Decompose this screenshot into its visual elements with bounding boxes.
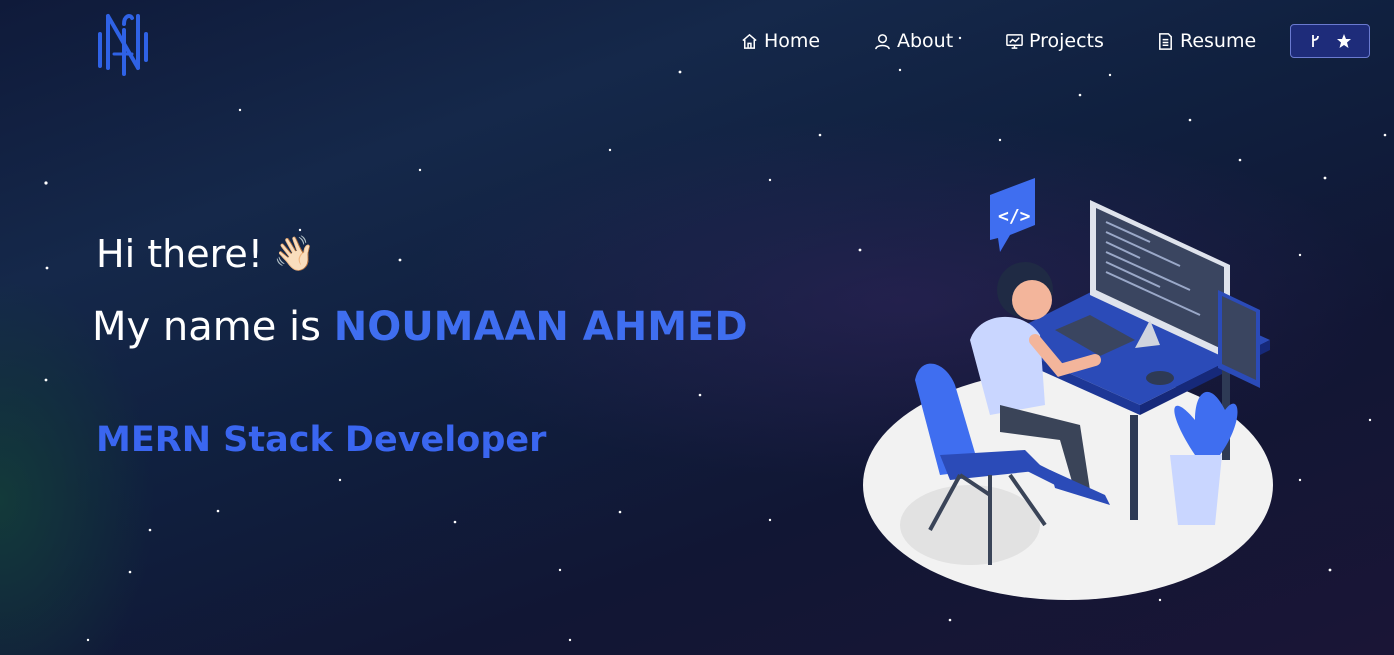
nav-about[interactable]: About <box>873 26 953 56</box>
nav-home[interactable]: Home <box>740 26 820 56</box>
nav-resume[interactable]: Resume <box>1156 26 1256 56</box>
greeting-text: Hi there! <box>96 232 263 276</box>
presentation-icon <box>1006 33 1023 49</box>
nav-resume-label: Resume <box>1180 30 1257 52</box>
name-prefix: My name is <box>92 304 334 350</box>
developer-illustration: </> <box>863 178 1273 600</box>
star-icon <box>1337 34 1351 48</box>
logo-monogram-icon[interactable] <box>94 10 156 76</box>
name-line: My name is NOUMAAN AHMED <box>92 304 748 350</box>
user-icon <box>875 33 890 49</box>
nav-projects-label: Projects <box>1029 30 1104 52</box>
nav-home-label: Home <box>764 30 821 52</box>
document-icon <box>1159 32 1172 50</box>
nav-about-label: About <box>897 30 954 52</box>
github-fork-star-button[interactable] <box>1290 24 1370 58</box>
svg-text:</>: </> <box>998 206 1031 227</box>
wave-emoji: 👋🏻 <box>272 234 316 274</box>
home-icon <box>742 33 757 49</box>
developer-name: NOUMAAN AHMED <box>333 304 748 350</box>
nav-projects[interactable]: Projects <box>1005 26 1104 56</box>
greeting: Hi there! 👋🏻 <box>96 232 315 276</box>
navbar: Home About Projects Resume <box>0 0 1394 84</box>
fork-icon <box>1312 35 1319 47</box>
role-typewriter: MERN Stack Developer <box>96 420 547 460</box>
